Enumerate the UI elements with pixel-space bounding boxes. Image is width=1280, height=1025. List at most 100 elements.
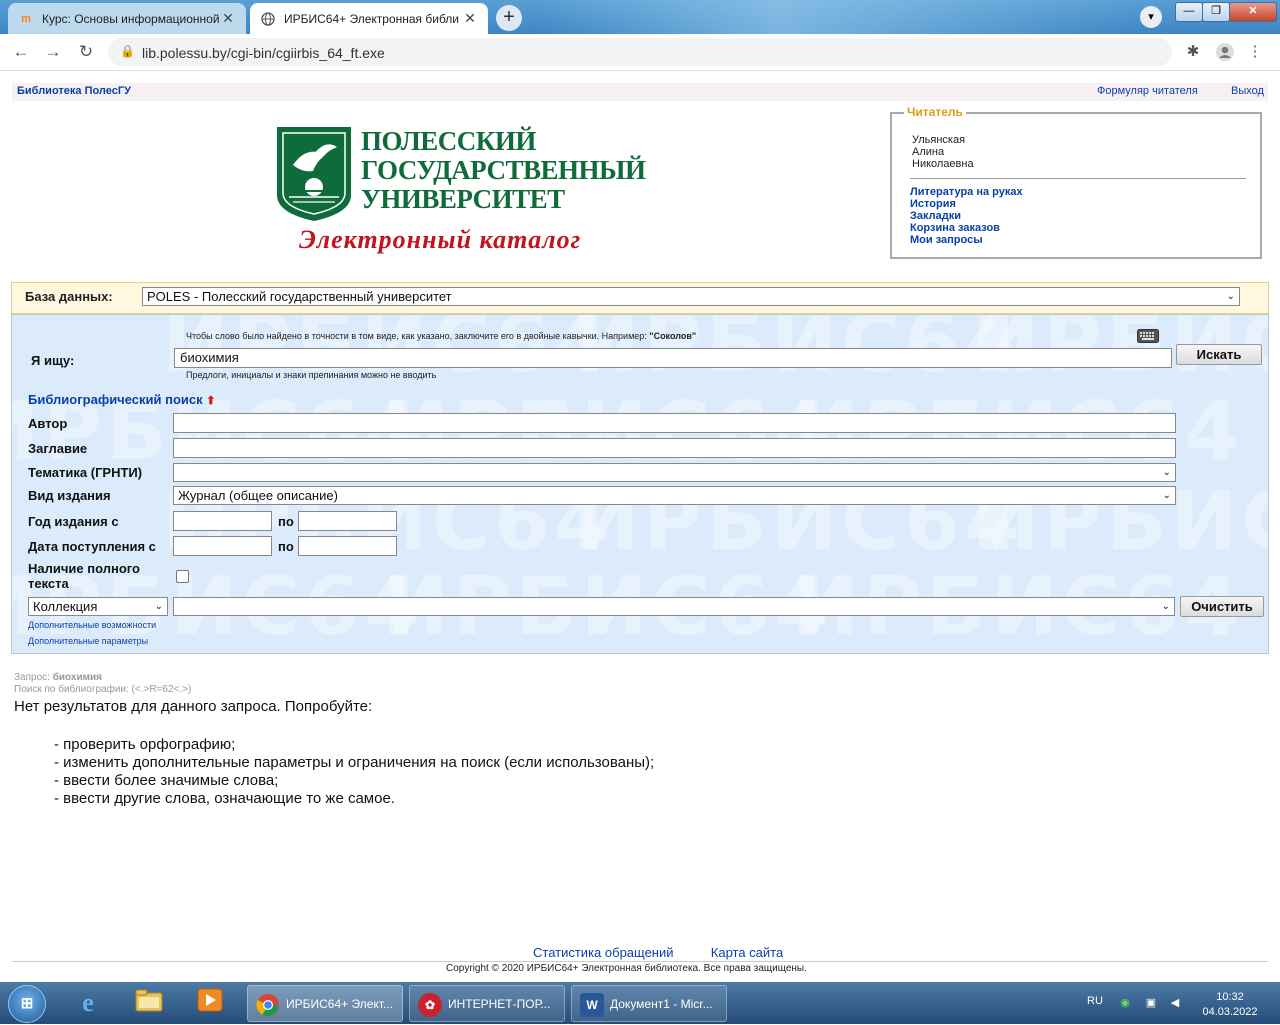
title-label: Заглавие	[28, 441, 88, 456]
reader-name: Ульянская Алина Николаевна	[912, 134, 974, 170]
bib-search-toggle[interactable]: Библиографический поиск ⬆	[28, 392, 216, 407]
extra-features-link[interactable]: Дополнительные возможности	[28, 620, 156, 630]
reader-form-link[interactable]: Формуляр читателя	[1097, 85, 1198, 97]
university-logo[interactable]: ПОЛЕССКИЙ ГОСУДАРСТВЕННЫЙ УНИВЕРСИТЕТ Эл…	[275, 125, 646, 260]
chevron-down-icon: ⌄	[154, 601, 163, 612]
catalog-title: Электронный каталог	[299, 225, 582, 254]
internet-explorer-icon[interactable]: e	[72, 988, 104, 1018]
reader-link-on-hand[interactable]: Литература на руках	[910, 186, 1023, 198]
media-player-icon[interactable]	[194, 988, 226, 1018]
university-name: ПОЛЕССКИЙ ГОСУДАРСТВЕННЫЙ УНИВЕРСИТЕТ	[361, 126, 646, 214]
windows-taskbar: ⊞ e ИРБИС64+ Элект... ✿ ИНТЕРНЕТ-ПОР... …	[0, 982, 1280, 1024]
year-to-input[interactable]	[298, 511, 397, 531]
database-bar: База данных: POLES - Полесский государст…	[11, 282, 1269, 314]
network-status-icon[interactable]: ◉	[1118, 996, 1132, 1010]
start-button[interactable]: ⊞	[8, 985, 46, 1023]
browser-tab-bar: m Курс: Основы информационной ✕ ИРБИС64+…	[0, 0, 1280, 34]
reader-divider	[910, 178, 1246, 179]
author-input[interactable]	[173, 413, 1176, 433]
reader-link-my-queries[interactable]: Мои запросы	[910, 234, 1023, 246]
year-to-label: по	[278, 514, 294, 529]
search-input[interactable]: биохимия	[174, 348, 1172, 368]
received-to-input[interactable]	[298, 536, 397, 556]
chevron-down-icon: ⌄	[1162, 467, 1171, 478]
reader-link-bookmarks[interactable]: Закладки	[910, 210, 1023, 222]
stats-link[interactable]: Статистика обращений	[533, 945, 674, 960]
extensions-icon[interactable]: ✱	[1182, 42, 1204, 62]
tabbar-background	[540, 0, 1140, 34]
sitemap-link[interactable]: Карта сайта	[711, 945, 783, 960]
fulltext-label: Наличие полного текста	[28, 561, 140, 591]
database-label: База данных:	[25, 289, 113, 304]
collection-type-select[interactable]: Коллекция ⌄	[28, 597, 168, 616]
list-item: - ввести более значимые слова;	[54, 772, 279, 789]
copyright-text: Copyright © 2020 ИРБИС64+ Электронная би…	[446, 963, 807, 974]
fulltext-checkbox[interactable]	[176, 570, 189, 583]
action-center-icon[interactable]: ▣	[1144, 996, 1158, 1010]
tab-course[interactable]: m Курс: Основы информационной ✕	[8, 3, 246, 34]
list-item: - изменить дополнительные параметры и ог…	[54, 754, 655, 771]
forward-icon[interactable]: →	[42, 42, 64, 62]
portal-icon: ✿	[418, 993, 442, 1017]
received-from-input[interactable]	[173, 536, 272, 556]
edition-type-select[interactable]: Журнал (общее описание) ⌄	[173, 486, 1176, 505]
keyboard-icon[interactable]	[1137, 329, 1159, 343]
file-explorer-icon[interactable]	[133, 988, 165, 1018]
maximize-button[interactable]: ❐	[1202, 2, 1230, 22]
close-tab-icon[interactable]: ✕	[220, 10, 236, 27]
library-name-link[interactable]: Библиотека ПолесГУ	[17, 85, 131, 97]
tab-title: ИРБИС64+ Электронная библи	[284, 11, 459, 26]
word-icon: W	[580, 993, 604, 1017]
menu-icon[interactable]: ⋮	[1244, 42, 1266, 62]
list-item: - проверить орфографию;	[54, 736, 236, 753]
profile-icon[interactable]	[1214, 42, 1236, 62]
tab-search-icon[interactable]: ▾	[1140, 6, 1162, 28]
query-line: Запрос: биохимия	[14, 672, 102, 683]
reader-link-order-cart[interactable]: Корзина заказов	[910, 222, 1023, 234]
logout-link[interactable]: Выход	[1231, 85, 1264, 97]
task-chrome[interactable]: ИРБИС64+ Элект...	[247, 985, 403, 1022]
collection-value-select[interactable]: ⌄	[173, 597, 1175, 616]
bib-search-line: Поиск по библиографии: (<.>R=62<.>)	[14, 684, 192, 695]
search-panel: ИРБИС64 ИРБИС64 ИРБИС64 ИРБИС64 ИРБИС64 …	[11, 314, 1269, 654]
tab-title: Курс: Основы информационной	[42, 11, 220, 26]
edition-type-label: Вид издания	[28, 488, 111, 503]
database-select[interactable]: POLES - Полесский государственный универ…	[142, 287, 1240, 306]
top-strip: Библиотека ПолесГУ Формуляр читателя Вых…	[12, 83, 1268, 101]
new-tab-button[interactable]: +	[496, 5, 522, 31]
list-item: - ввести другие слова, означающие то же …	[54, 790, 395, 807]
minimize-button[interactable]: —	[1175, 2, 1203, 22]
clear-button[interactable]: Очистить	[1180, 596, 1264, 617]
reader-links: Литература на руках История Закладки Кор…	[910, 186, 1023, 246]
reader-panel: Читатель Ульянская Алина Николаевна Лите…	[890, 105, 1262, 259]
globe-icon	[260, 11, 276, 27]
topic-select[interactable]: ⌄	[173, 463, 1176, 482]
extra-params-link[interactable]: Дополнительные параметры	[28, 636, 148, 646]
footer-links: Статистика обращений Карта сайта	[533, 945, 783, 960]
tab-irbis[interactable]: ИРБИС64+ Электронная библи ✕	[250, 3, 488, 34]
year-from-label: Год издания с	[28, 514, 119, 529]
close-tab-icon[interactable]: ✕	[462, 10, 478, 27]
arrow-up-icon: ⬆	[206, 395, 216, 407]
task-portal[interactable]: ✿ ИНТЕРНЕТ-ПОР...	[409, 985, 565, 1022]
url-text: lib.polessu.by/cgi-bin/cgiirbis_64_ft.ex…	[142, 45, 385, 61]
close-window-button[interactable]: ✕	[1229, 2, 1277, 22]
chrome-icon	[256, 993, 280, 1017]
received-to-label: по	[278, 539, 294, 554]
chevron-down-icon: ⌄	[1162, 490, 1171, 501]
received-from-label: Дата поступления с	[28, 539, 156, 554]
language-indicator[interactable]: RU	[1087, 995, 1103, 1007]
reader-link-history[interactable]: История	[910, 198, 1023, 210]
back-icon[interactable]: ←	[10, 42, 32, 62]
chevron-down-icon: ⌄	[1161, 601, 1170, 612]
address-bar[interactable]: 🔒 lib.polessu.by/cgi-bin/cgiirbis_64_ft.…	[108, 38, 1172, 66]
browser-toolbar: ← → ↻ 🔒 lib.polessu.by/cgi-bin/cgiirbis_…	[0, 34, 1280, 71]
search-button[interactable]: Искать	[1176, 344, 1262, 365]
task-word[interactable]: W Документ1 - Micr...	[571, 985, 727, 1022]
title-input[interactable]	[173, 438, 1176, 458]
reload-icon[interactable]: ↻	[75, 42, 97, 62]
system-clock[interactable]: 10:32 04.03.2022	[1198, 990, 1262, 1020]
search-hint-bottom: Предлоги, инициалы и знаки препинания мо…	[186, 370, 437, 380]
volume-icon[interactable]: ◀	[1168, 996, 1182, 1010]
year-from-input[interactable]	[173, 511, 272, 531]
